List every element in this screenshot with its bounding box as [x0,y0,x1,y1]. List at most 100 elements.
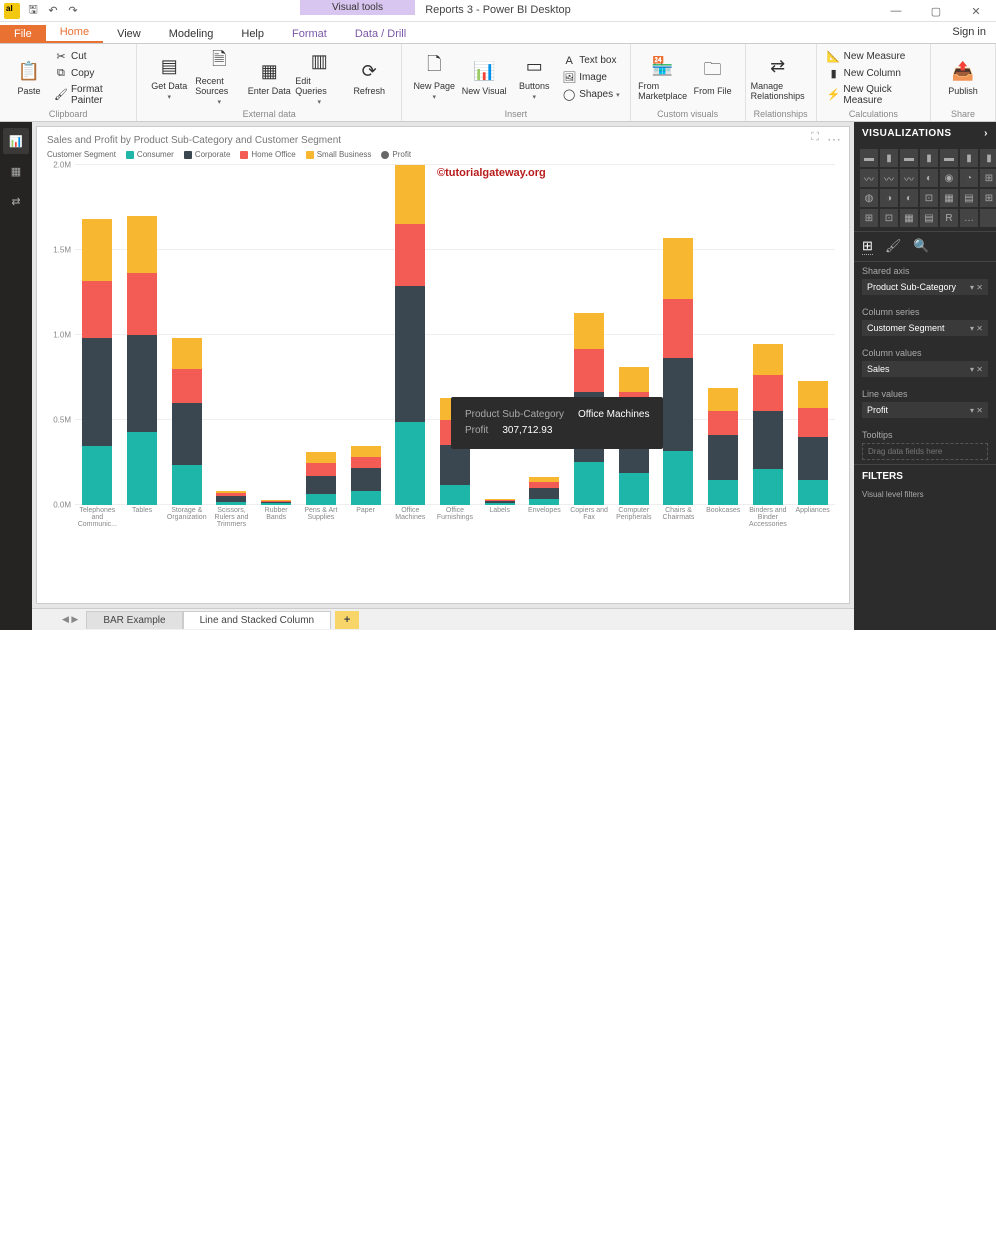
from-marketplace-button[interactable]: 🏪From Marketplace [639,48,687,107]
viz-type-icon[interactable]: ▬ [900,149,918,167]
sheet-tab-bar-example[interactable]: BAR Example [86,611,182,629]
format-mode-icon[interactable]: 🖌 [885,238,902,255]
viz-type-icon[interactable]: ▮ [880,149,898,167]
new-column-button[interactable]: ▮New Column [825,66,922,82]
insert-group-label: Insert [410,109,621,119]
external-data-group-label: External data [145,109,393,119]
viz-type-icon[interactable]: ▬ [860,149,878,167]
help-tab[interactable]: Help [227,25,278,43]
publish-button[interactable]: 📤Publish [939,48,987,107]
new-visual-button[interactable]: 📊New Visual [460,48,508,107]
get-data-button[interactable]: ▤Get Data▾ [145,48,193,107]
paste-icon: 📋 [17,60,41,84]
image-button[interactable]: 🖼Image [560,70,621,86]
sheet-tab-line-stacked[interactable]: Line and Stacked Column [183,611,332,629]
tooltips-well[interactable]: Drag data fields here [862,443,988,460]
title-bar: 🖫 ↶ ↷ Visual tools Reports 3 - Power BI … [0,0,996,22]
column-series-section: Column series Customer Segment▾ ✕ [854,303,996,344]
viz-type-icon[interactable]: ◐ [900,189,918,207]
viz-type-icon[interactable]: ◑ [880,189,898,207]
sheet-tabs: ◀ ▶ BAR Example Line and Stacked Column … [32,608,854,630]
viz-type-icon[interactable]: ⊞ [980,189,996,207]
column-series-well[interactable]: Customer Segment▾ ✕ [862,320,988,336]
workspace: 📊 ▦ ⇄ ⛶ ⋯ Sales and Profit by Product Su… [0,122,996,630]
shared-axis-well[interactable]: Product Sub-Category▾ ✕ [862,279,988,295]
chart-more-icon[interactable]: ⋯ [827,131,841,148]
refresh-button[interactable]: ⟳Refresh [345,48,393,107]
viz-type-icon[interactable]: ▤ [960,189,978,207]
maximize-button[interactable]: ▢ [916,0,956,22]
chart-canvas[interactable]: ⛶ ⋯ Sales and Profit by Product Sub-Cate… [36,126,850,604]
viz-type-icon[interactable]: ⊞ [860,209,878,227]
left-rail: 📊 ▦ ⇄ [0,122,32,630]
modeling-tab[interactable]: Modeling [155,25,228,43]
viz-type-icon[interactable]: 〰 [880,169,898,187]
line-values-section: Line values Profit▾ ✕ [854,385,996,426]
save-icon[interactable]: 🖫 [26,4,40,18]
data-drill-tab[interactable]: Data / Drill [341,25,420,43]
viz-type-icon[interactable]: ◐ [920,169,938,187]
viz-type-icon[interactable]: ⊞ [980,169,996,187]
chart-tooltip: Product Sub-CategoryOffice Machines Prof… [451,397,663,449]
shapes-button[interactable]: ◯Shapes▾ [560,87,621,103]
fields-mode-icon[interactable]: ⊞ [862,238,873,255]
viz-type-grid: ▬▮▬▮▬▮▮〰〰〰◐◉◔⊞◍◑◐⊡▦▤⊞⊞⊡▦▤R… [854,145,996,231]
add-sheet-button[interactable]: + [335,611,359,629]
viz-type-icon[interactable]: 〰 [900,169,918,187]
cut-button[interactable]: ✂Cut [52,49,128,65]
viz-type-icon[interactable]: ▮ [920,149,938,167]
text-box-button[interactable]: AText box [560,53,621,69]
quick-icon: ⚡ [827,88,841,102]
share-group-label: Share [939,109,987,119]
paste-button[interactable]: 📋Paste [8,48,50,107]
viz-type-icon[interactable]: ▦ [900,209,918,227]
copy-button[interactable]: ⧉Copy [52,66,128,82]
redo-icon[interactable]: ↷ [66,4,80,18]
sign-in-link[interactable]: Sign in [952,26,986,38]
legend-item-corporate: Corporate [184,150,231,159]
new-page-button[interactable]: 🗋New Page▾ [410,48,458,107]
report-view-button[interactable]: 📊 [3,128,29,154]
relationships-group-label: Relationships [754,109,808,119]
model-view-button[interactable]: ⇄ [3,188,29,214]
enter-data-button[interactable]: ▦Enter Data [245,48,293,107]
collapse-icon[interactable]: › [984,128,988,139]
close-button[interactable]: ✕ [956,0,996,22]
viz-type-icon[interactable] [980,209,996,227]
viz-type-icon[interactable]: ▮ [960,149,978,167]
viz-type-icon[interactable]: ◔ [960,169,978,187]
manage-relationships-button[interactable]: ⇄Manage Relationships [754,48,802,107]
home-tab[interactable]: Home [46,23,103,43]
data-view-button[interactable]: ▦ [3,158,29,184]
format-painter-button[interactable]: 🖌Format Painter [52,83,128,107]
viz-type-icon[interactable]: ◍ [860,189,878,207]
copy-icon: ⧉ [54,67,68,81]
focus-mode-icon[interactable]: ⛶ [811,131,819,144]
buttons-button[interactable]: ▭Buttons▾ [510,48,558,107]
viz-type-icon[interactable]: … [960,209,978,227]
from-file-button[interactable]: 🗀From File [689,48,737,107]
viz-type-icon[interactable]: R [940,209,958,227]
new-measure-button[interactable]: 📐New Measure [825,49,922,65]
viz-type-icon[interactable]: ▬ [940,149,958,167]
viz-type-icon[interactable]: ⊡ [920,189,938,207]
viz-type-icon[interactable]: ⊡ [880,209,898,227]
column-values-well[interactable]: Sales▾ ✕ [862,361,988,377]
undo-icon[interactable]: ↶ [46,4,60,18]
edit-queries-button[interactable]: ▥Edit Queries▾ [295,48,343,107]
viz-type-icon[interactable]: 〰 [860,169,878,187]
file-tab[interactable]: File [0,25,46,43]
viz-type-icon[interactable]: ▦ [940,189,958,207]
viz-type-icon[interactable]: ▮ [980,149,996,167]
viz-type-icon[interactable]: ◉ [940,169,958,187]
recent-sources-button[interactable]: 🗎Recent Sources▾ [195,48,243,107]
format-tab[interactable]: Format [278,25,341,43]
new-quick-measure-button[interactable]: ⚡New Quick Measure [825,83,922,107]
analytics-mode-icon[interactable]: 🔍 [913,238,929,255]
minimize-button[interactable]: — [876,0,916,22]
viz-type-icon[interactable]: ▤ [920,209,938,227]
line-values-well[interactable]: Profit▾ ✕ [862,402,988,418]
view-tab[interactable]: View [103,25,155,43]
get-data-icon: ▤ [157,55,181,79]
brush-icon: 🖌 [54,88,68,102]
